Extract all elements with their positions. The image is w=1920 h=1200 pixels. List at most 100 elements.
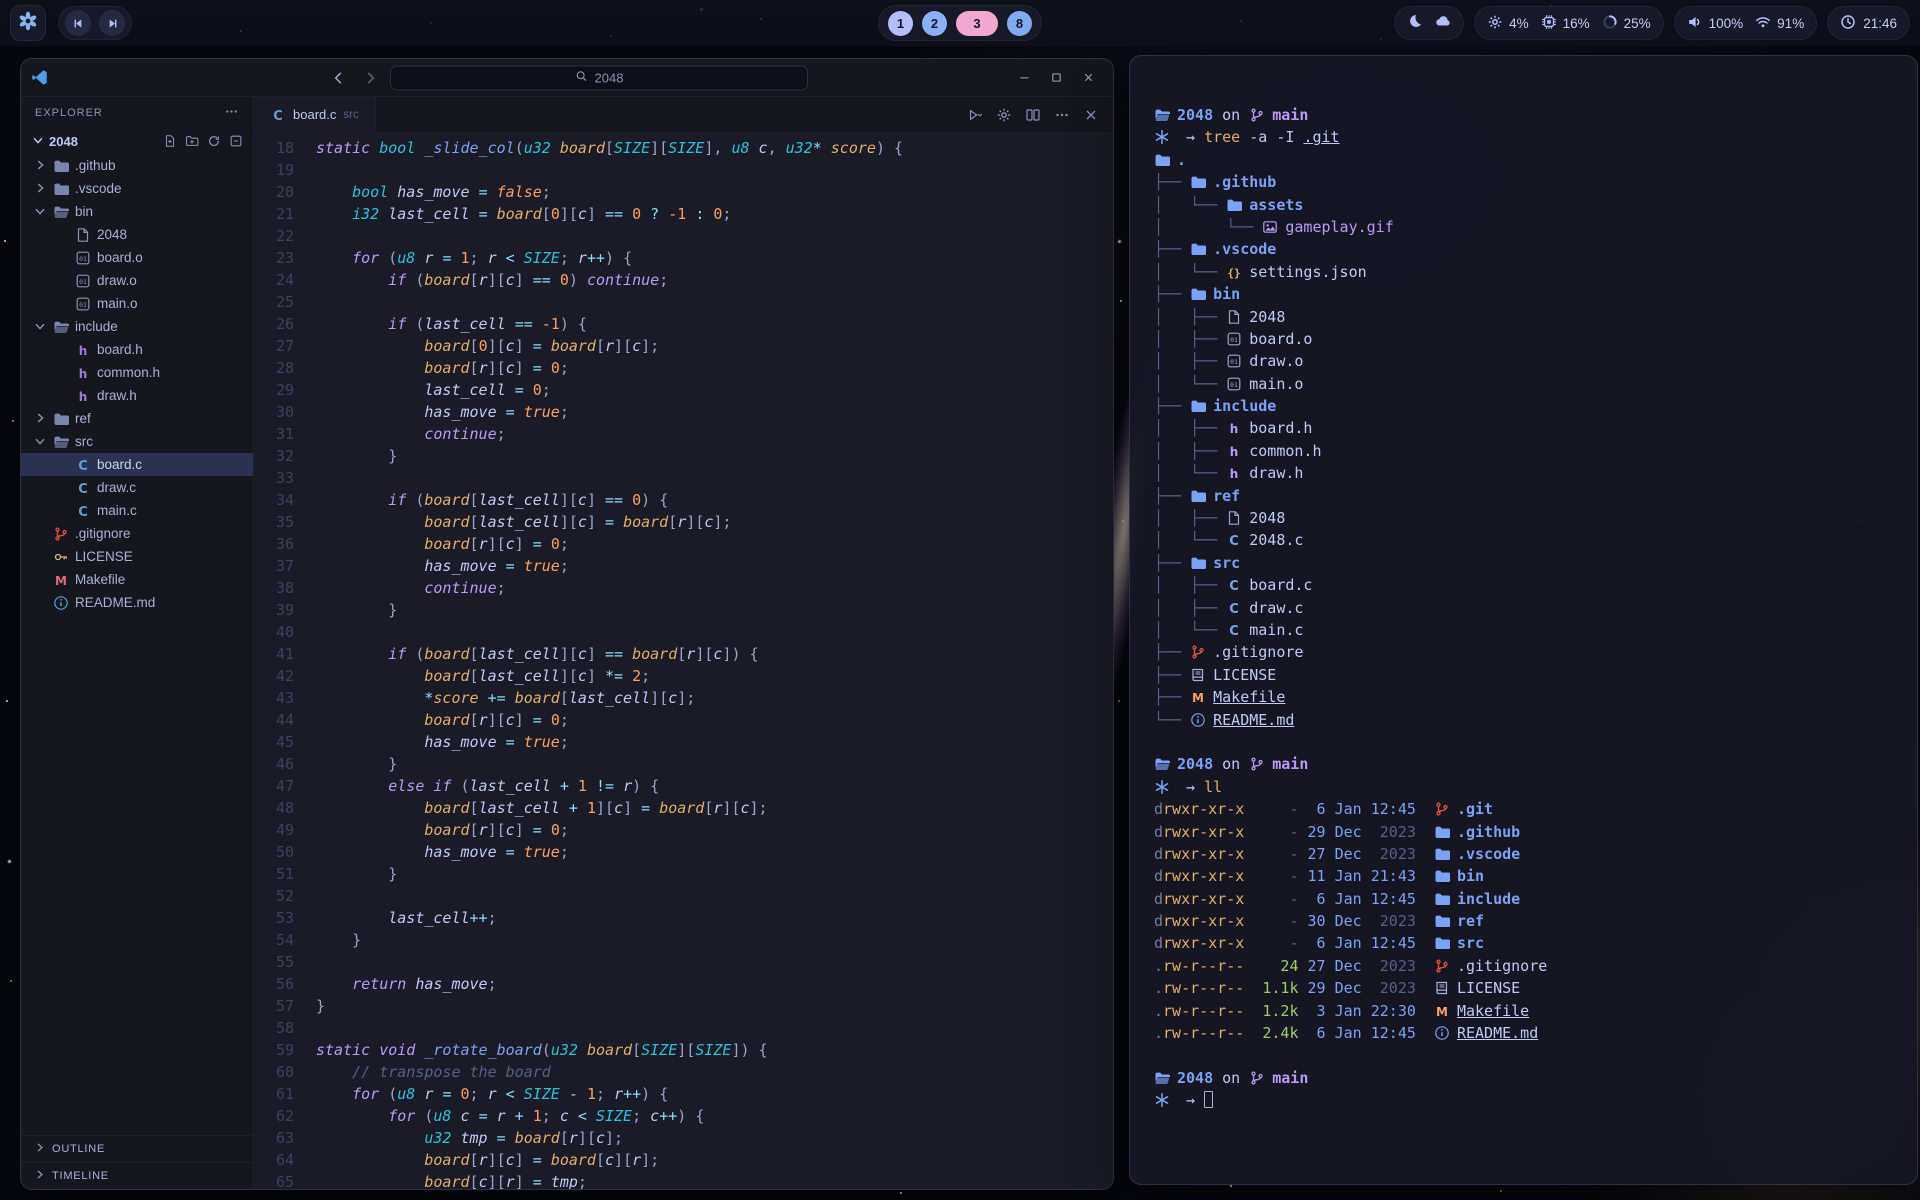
terminal-text: │ ├── <box>1154 442 1226 460</box>
c-icon: C <box>75 480 91 496</box>
binary-icon: 01 <box>75 273 91 289</box>
terminal-cursor <box>1204 1091 1213 1108</box>
run-button[interactable] <box>967 107 983 123</box>
timeline-panel[interactable]: TIMELINE <box>21 1162 253 1189</box>
tree-item-.vscode[interactable]: .vscode <box>21 177 253 200</box>
chevron-spacer <box>33 595 48 610</box>
minimize-button[interactable] <box>1009 65 1039 91</box>
code-line: 24 if (board[r][c] == 0) continue; <box>254 269 1113 291</box>
chevron-spacer <box>55 227 70 242</box>
disk-stat: 25% <box>1602 14 1651 33</box>
tree-item-draw.o[interactable]: 01 draw.o <box>21 269 253 292</box>
search-box[interactable]: 2048 <box>390 65 808 90</box>
editor[interactable]: 18static bool _slide_col(u32 board[SIZE]… <box>254 133 1113 1189</box>
code-line: 25 <box>254 291 1113 313</box>
line-number: 31 <box>254 423 316 445</box>
clock-widget[interactable]: 21:46 <box>1827 6 1910 40</box>
tab-board-c[interactable]: C board.c src <box>254 97 376 132</box>
split-editor-button[interactable] <box>1025 107 1041 123</box>
code-line: 22 <box>254 225 1113 247</box>
tree-item-src[interactable]: src <box>21 430 253 453</box>
audio-network-stats[interactable]: 100% 91% <box>1674 6 1818 40</box>
tree-item-board.h[interactable]: hboard.h <box>21 338 253 361</box>
tree-item-.github[interactable]: .github <box>21 154 253 177</box>
launcher-button[interactable] <box>10 5 46 41</box>
tree-item-LICENSE[interactable]: LICENSE <box>21 545 253 568</box>
outline-panel[interactable]: OUTLINE <box>21 1135 253 1162</box>
media-prev-button[interactable] <box>65 10 91 36</box>
back-button[interactable] <box>326 66 350 90</box>
terminal-text: . <box>1154 957 1163 975</box>
tree-item-Makefile[interactable]: MMakefile <box>21 568 253 591</box>
tree-item-label: draw.o <box>97 273 137 288</box>
line-number: 22 <box>254 225 316 247</box>
tree-item-include[interactable]: include <box>21 315 253 338</box>
m-icon: M <box>53 572 69 588</box>
tree-item-draw.h[interactable]: hdraw.h <box>21 384 253 407</box>
terminal-text <box>1244 890 1253 908</box>
terminal-text: │ ├── <box>1154 330 1226 348</box>
terminal-text: bin <box>1457 867 1484 885</box>
tree-item-board.c[interactable]: Cboard.c <box>21 453 253 476</box>
new-folder-button[interactable] <box>185 134 199 148</box>
terminal-text: d <box>1154 823 1163 841</box>
git-icon <box>1190 644 1206 660</box>
cpu-stat: 4% <box>1487 14 1529 33</box>
run-settings-button[interactable] <box>996 107 1012 123</box>
folder-icon <box>1434 913 1450 929</box>
media-next-button[interactable] <box>99 10 125 36</box>
refresh-button[interactable] <box>207 134 221 148</box>
tree-item-common.h[interactable]: hcommon.h <box>21 361 253 384</box>
more-actions-button[interactable] <box>1054 107 1070 123</box>
line-number: 42 <box>254 665 316 687</box>
terminal-text: d <box>1154 845 1163 863</box>
collapse-all-button[interactable] <box>229 134 243 148</box>
terminal-line: → <box>1154 1089 1893 1111</box>
line-number: 50 <box>254 841 316 863</box>
svg-text:C: C <box>1229 534 1239 548</box>
terminal-text <box>1299 1002 1308 1020</box>
tree-item-label: board.c <box>97 457 142 472</box>
tree-item-draw.c[interactable]: Cdraw.c <box>21 476 253 499</box>
workspace-1[interactable]: 1 <box>888 11 913 36</box>
terminal-text <box>1416 912 1434 930</box>
vscode-body: EXPLORER 2048 <box>21 97 1113 1189</box>
tree-item-.gitignore[interactable]: .gitignore <box>21 522 253 545</box>
weather-widget[interactable] <box>1394 6 1464 40</box>
tree-item-2048[interactable]: 2048 <box>21 223 253 246</box>
terminal-text: .git <box>1303 128 1339 146</box>
terminal-window[interactable]: 2048 on main → tree -a -I .git.├── .gith… <box>1129 55 1918 1185</box>
book-icon <box>1434 980 1450 996</box>
tree-item-label: LICENSE <box>75 549 133 564</box>
terminal-text: 2048 <box>1249 308 1285 326</box>
c-icon: C <box>1226 577 1242 593</box>
terminal-text: │ ├── <box>1154 599 1226 617</box>
terminal-line: drwxr-xr-x - 11 Jan 21:43 bin <box>1154 865 1893 887</box>
forward-button[interactable] <box>358 66 382 90</box>
workspace-2[interactable]: 2 <box>922 11 947 36</box>
terminal-line: │ └── 01main.o <box>1154 373 1893 395</box>
close-button[interactable] <box>1073 65 1103 91</box>
tree-item-main.c[interactable]: Cmain.c <box>21 499 253 522</box>
project-root[interactable]: 2048 <box>21 129 253 153</box>
code-line: 43 *score += board[last_cell][c]; <box>254 687 1113 709</box>
terminal-text: ├── <box>1154 554 1190 572</box>
new-file-button[interactable] <box>163 134 177 148</box>
workspace-3[interactable]: 3 <box>956 11 998 36</box>
terminal-text: ├── <box>1154 487 1190 505</box>
explorer-more-icon[interactable] <box>224 104 239 122</box>
binary-icon: 01 <box>1226 331 1242 347</box>
tree-item-README.md[interactable]: README.md <box>21 591 253 614</box>
git-icon <box>1434 801 1450 817</box>
terminal-line: drwxr-xr-x - 27 Dec 2023 .vscode <box>1154 843 1893 865</box>
topbar-left-group <box>10 5 132 41</box>
maximize-button[interactable] <box>1041 65 1071 91</box>
tree-item-bin[interactable]: bin <box>21 200 253 223</box>
close-editor-button[interactable] <box>1083 107 1099 123</box>
tree-item-ref[interactable]: ref <box>21 407 253 430</box>
tree-item-board.o[interactable]: 01board.o <box>21 246 253 269</box>
system-stats[interactable]: 4% 16% 25% <box>1474 6 1664 40</box>
line-number: 51 <box>254 863 316 885</box>
tree-item-main.o[interactable]: 01main.o <box>21 292 253 315</box>
workspace-8[interactable]: 8 <box>1007 11 1032 36</box>
